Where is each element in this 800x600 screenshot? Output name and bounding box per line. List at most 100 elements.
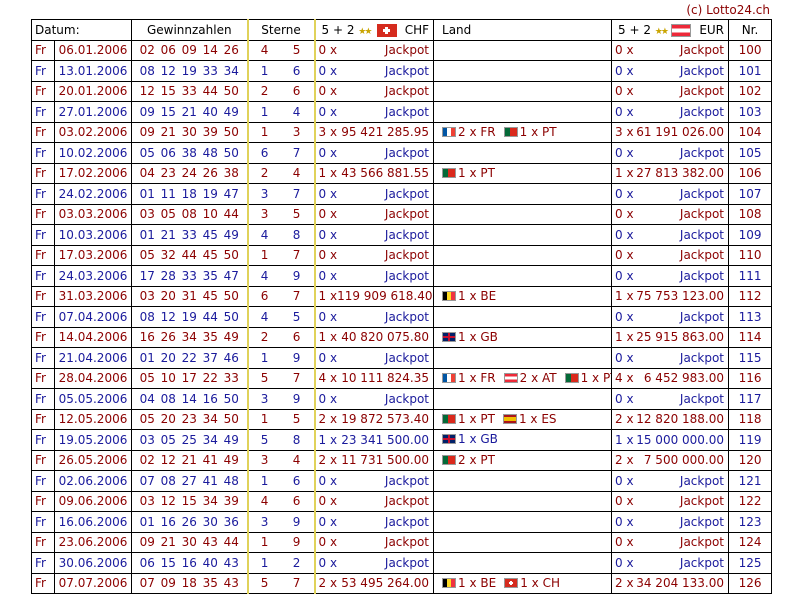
star-number: 1 xyxy=(260,63,269,78)
table-row: Fr 10.03.2006 01 21 33 45 49 4 8 0 x Jackpot 0 x Jac… xyxy=(31,224,773,246)
winners-count-chf: 1 x xyxy=(318,432,338,447)
weekday: Fr xyxy=(31,572,55,594)
winning-number: 06 xyxy=(139,555,155,570)
prize-amount-chf: Jackpot xyxy=(384,207,430,222)
winners-count-chf: 0 x xyxy=(318,145,338,160)
winning-numbers: 17 28 33 35 47 xyxy=(131,265,249,287)
prize-amount-chf: Jackpot xyxy=(384,535,430,550)
star-number: 2 xyxy=(260,166,269,181)
country-entry: 1 x FR xyxy=(442,371,496,385)
star-number: 9 xyxy=(292,350,301,365)
weekday: Fr xyxy=(31,326,55,348)
draw-number: 114 xyxy=(728,326,773,348)
portugal-flag-icon xyxy=(442,454,457,465)
winning-number: 50 xyxy=(223,391,239,406)
winning-number: 30 xyxy=(202,514,218,529)
stars-icon: ★★ xyxy=(654,26,669,37)
winning-number: 35 xyxy=(202,576,218,591)
draw-number: 115 xyxy=(728,347,773,369)
prize-amount-chf: 43 566 881.55 xyxy=(341,166,430,181)
prize-amount-chf: 10 111 824.35 xyxy=(341,371,430,386)
star-number: 4 xyxy=(260,43,269,58)
weekday: Fr xyxy=(31,429,55,451)
country-winners: 1 x ES xyxy=(518,411,557,426)
draw-date: 05.05.2006 xyxy=(53,388,133,410)
winner-countries xyxy=(433,511,613,533)
prize-chf: 0 x Jackpot xyxy=(314,265,435,287)
winner-countries xyxy=(433,552,613,574)
table-row: Fr 17.02.2006 04 23 24 26 38 2 4 1 x 43 566 881.55… xyxy=(31,162,773,184)
winning-number: 37 xyxy=(202,350,218,365)
winning-number: 30 xyxy=(181,535,197,550)
prize-amount-chf: 23 341 500.00 xyxy=(341,432,430,447)
winner-countries: 1 x FR 2 x AT 1 x PT xyxy=(433,367,613,389)
lucky-stars: 39 xyxy=(246,511,316,533)
prize-amount-chf: Jackpot xyxy=(384,186,430,201)
winning-number: 23 xyxy=(160,166,176,181)
prize-amount-chf: Jackpot xyxy=(384,391,430,406)
winning-number: 30 xyxy=(181,125,197,140)
winning-number: 50 xyxy=(223,309,239,324)
lucky-stars: 34 xyxy=(246,449,316,471)
prize-amount-eur: Jackpot xyxy=(679,186,725,201)
winning-number: 05 xyxy=(139,248,155,263)
winners-count-chf: 0 x xyxy=(318,535,338,550)
weekday: Fr xyxy=(31,449,55,471)
star-number: 4 xyxy=(260,494,269,509)
portugal-flag-icon xyxy=(503,126,518,137)
winning-numbers: 12 15 33 44 50 xyxy=(131,80,249,102)
swiss-flag-icon xyxy=(376,23,397,37)
winning-number: 50 xyxy=(223,84,239,99)
prize-amount-chf: 11 731 500.00 xyxy=(341,453,430,468)
winner-countries xyxy=(433,265,613,287)
winners-count-chf: 1 x xyxy=(318,330,338,345)
country-winners: 1 x BE xyxy=(458,575,497,590)
winning-number: 44 xyxy=(202,84,218,99)
draw-number: 123 xyxy=(728,511,773,533)
winning-number: 49 xyxy=(223,227,239,242)
star-number: 7 xyxy=(292,186,301,201)
prize-amount-eur: 12 820 188.00 xyxy=(636,412,725,427)
winning-number: 33 xyxy=(181,227,197,242)
table-row: Fr 09.06.2006 03 12 15 34 39 4 6 0 x Jackpot 0 x Jac… xyxy=(31,490,773,512)
winning-number: 05 xyxy=(139,412,155,427)
winning-number: 15 xyxy=(160,84,176,99)
country-winners: 2 x FR xyxy=(458,124,496,139)
prize-amount-chf: Jackpot xyxy=(384,514,430,529)
winning-number: 38 xyxy=(223,166,239,181)
winners-count-chf: 1 x xyxy=(318,289,338,304)
country-winners: 1 x BE xyxy=(458,288,497,303)
draw-date: 19.05.2006 xyxy=(53,429,133,451)
star-number: 6 xyxy=(292,63,301,78)
winners-count-eur: 0 x xyxy=(615,207,634,222)
winning-number: 11 xyxy=(160,186,176,201)
winning-number: 26 xyxy=(181,514,197,529)
header-prize-chf-label: 5 + 2 xyxy=(321,22,355,37)
star-number: 5 xyxy=(260,371,269,386)
winners-count-chf: 0 x xyxy=(318,186,338,201)
star-number: 9 xyxy=(292,535,301,550)
winning-numbers: 08 12 19 44 50 xyxy=(131,306,249,328)
star-number: 4 xyxy=(260,309,269,324)
country-winners: 1 x GB xyxy=(458,329,498,344)
prize-eur: 0 x Jackpot xyxy=(611,388,730,410)
table-row: Fr 06.01.2006 02 06 09 14 26 4 5 0 x Jackpot 0 x Jac… xyxy=(31,39,773,61)
winner-countries xyxy=(433,80,613,102)
table-row: Fr 31.03.2006 03 20 31 45 50 6 7 1 x 119 909 618.4… xyxy=(31,285,773,307)
prize-eur: 2 x 7 500 000.00 xyxy=(611,449,730,471)
winners-count-eur: 1 x xyxy=(615,330,634,345)
prize-amount-eur: Jackpot xyxy=(679,227,725,242)
winning-number: 48 xyxy=(202,145,218,160)
table-row: Fr 12.05.2006 05 20 23 34 50 1 5 2 x 19 872 573.40… xyxy=(31,408,773,430)
winning-numbers: 03 12 15 34 39 xyxy=(131,490,249,512)
winning-number: 26 xyxy=(160,330,176,345)
draw-number: 125 xyxy=(728,552,773,574)
winners-count-eur: 0 x xyxy=(615,268,634,283)
draw-date: 17.03.2006 xyxy=(53,244,133,266)
lucky-stars: 67 xyxy=(246,142,316,164)
austrian-flag-icon xyxy=(671,23,692,37)
winning-number: 36 xyxy=(223,514,239,529)
winners-count-chf: 0 x xyxy=(318,207,338,222)
winning-number: 18 xyxy=(181,186,197,201)
winners-count-eur: 0 x xyxy=(615,309,634,324)
